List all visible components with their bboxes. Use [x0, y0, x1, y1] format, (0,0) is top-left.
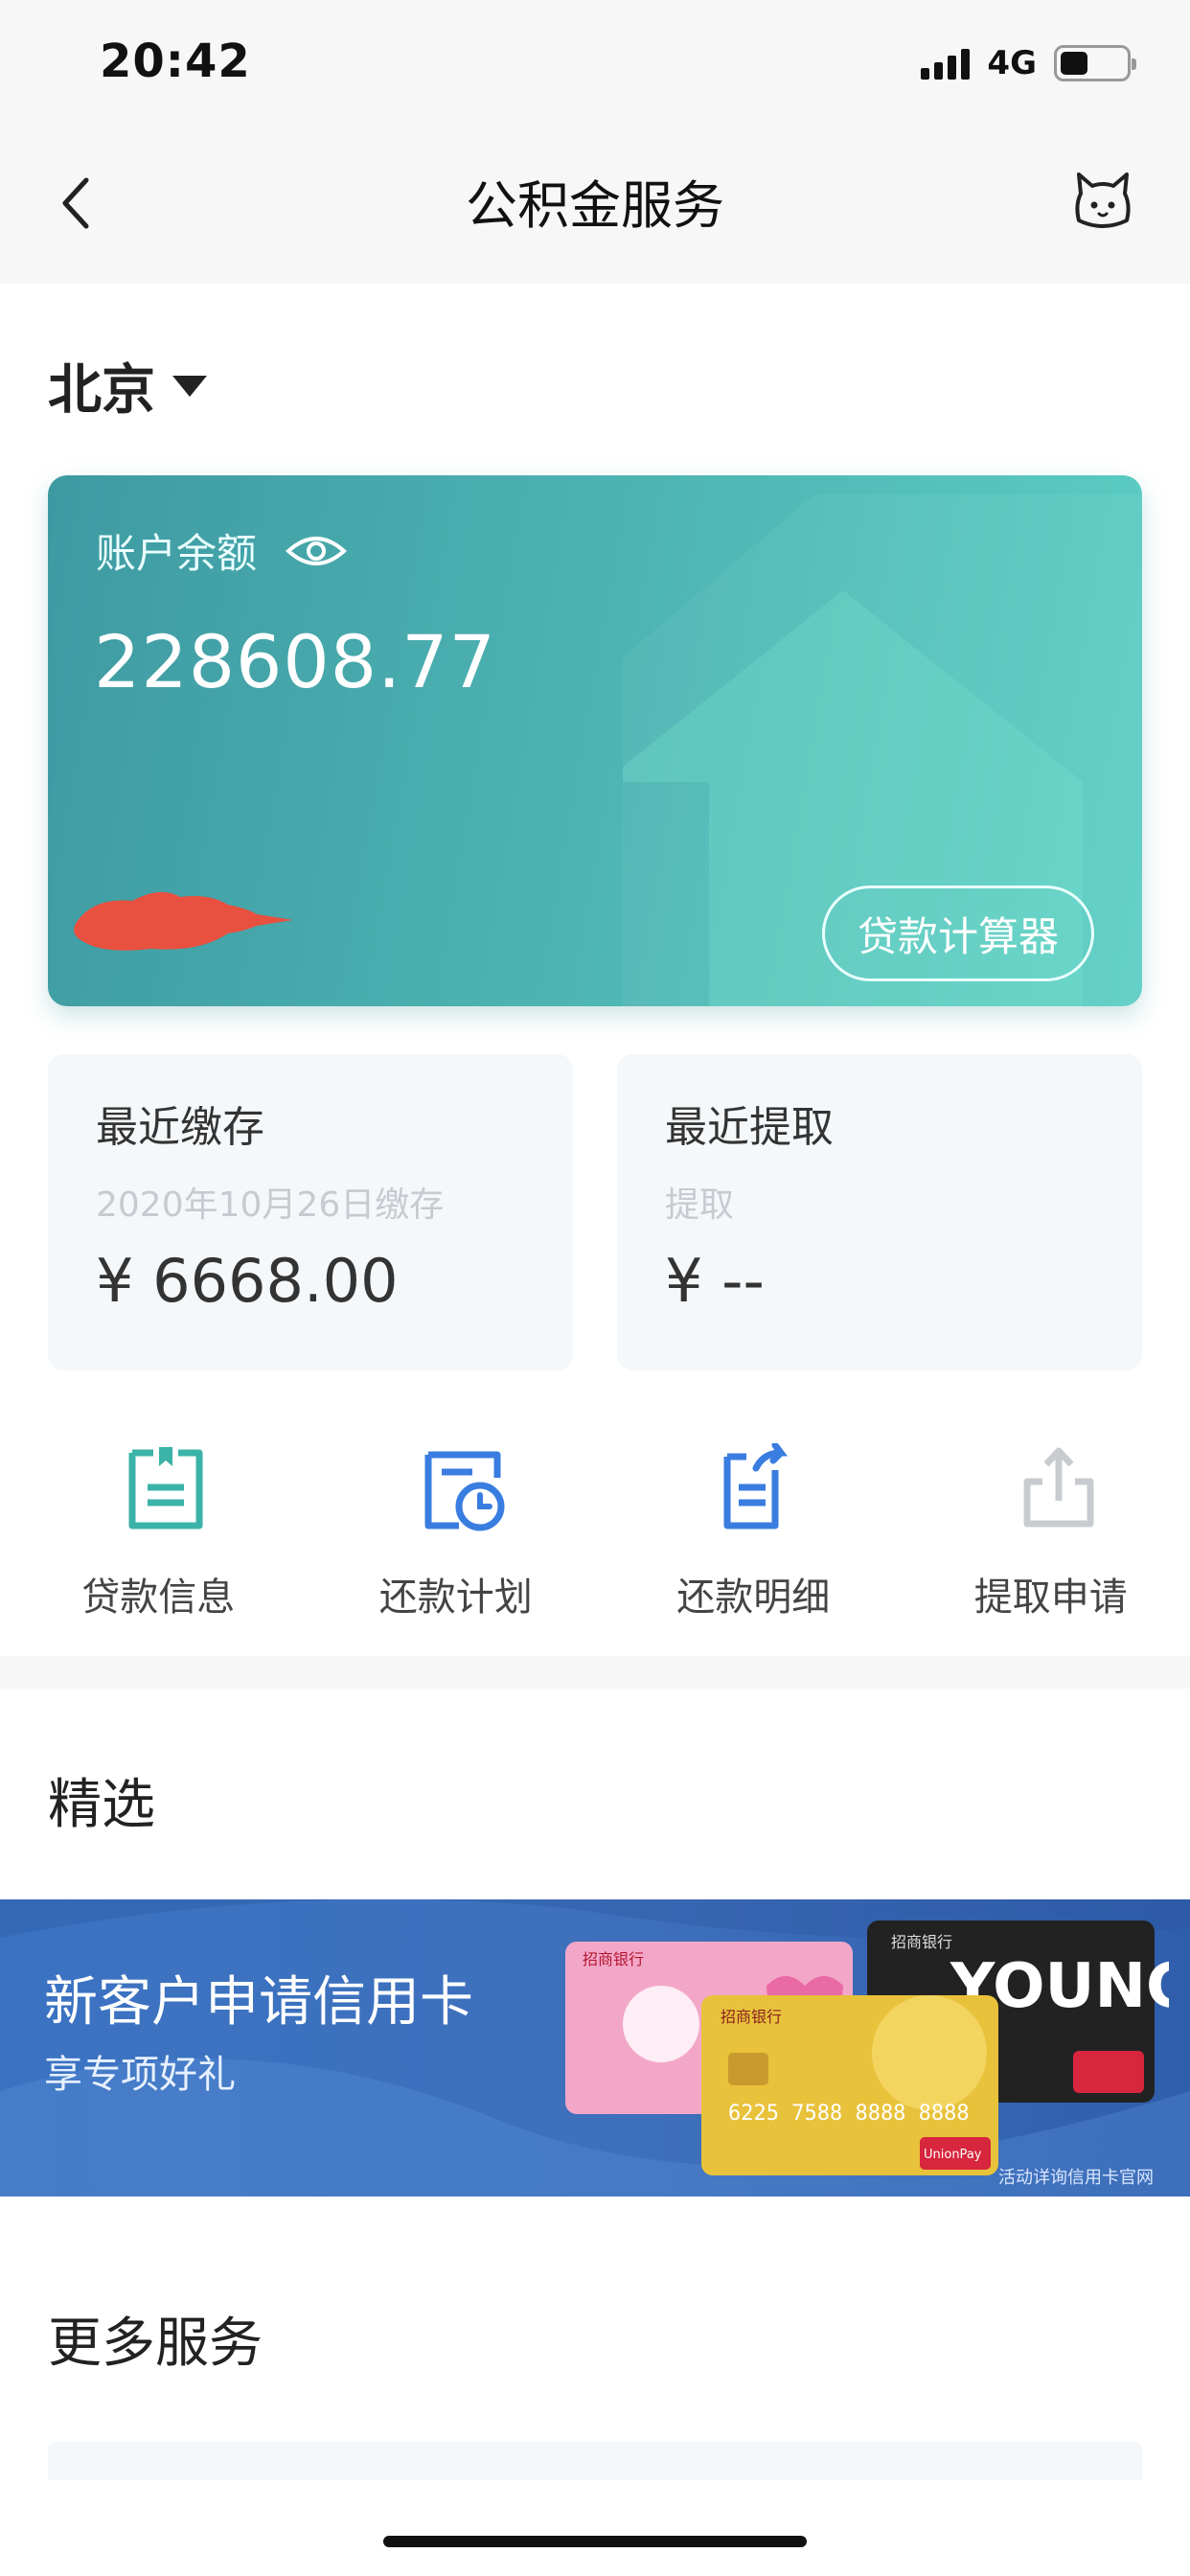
recent-deposit-amount: ¥ 6668.00	[96, 1246, 399, 1316]
gold-card-bank-text: 招商银行	[721, 2008, 782, 2026]
action-repayment-details[interactable]: 还款明细	[595, 1434, 893, 1654]
recent-withdrawal-subtitle: 提取	[665, 1185, 735, 1225]
repayment-details-icon	[723, 1443, 789, 1530]
action-loan-info-label: 贷款信息	[81, 1576, 236, 1620]
withdraw-apply-icon	[1023, 1447, 1094, 1528]
cellular-signal-icon	[921, 47, 971, 80]
loan-info-icon	[128, 1447, 203, 1530]
recent-withdrawal-card[interactable]: 最近提取 提取 ¥ --	[617, 1054, 1142, 1370]
action-repayment-details-label: 还款明细	[676, 1576, 831, 1620]
banner-note: 活动详询信用卡官网	[998, 2168, 1154, 2188]
repayment-plan-icon	[424, 1451, 505, 1531]
action-repayment-plan-label: 还款计划	[378, 1576, 533, 1620]
battery-icon	[1054, 45, 1136, 81]
caret-down-icon	[172, 375, 207, 397]
status-time: 20:42	[100, 34, 251, 88]
featured-section: 精选 新客户申请信用卡 享专项好礼 招商银行 YOUNG 招商银行 招商银行 6…	[0, 1689, 1190, 2227]
recent-deposit-date: 2020年10月26日缴存	[96, 1185, 445, 1225]
unionpay-text: UnionPay	[924, 2148, 982, 2162]
credit-cards-image: 招商银行 YOUNG 招商银行 招商银行 6225 7588 8888 8888…	[565, 1920, 1169, 2175]
status-indicators: 4G	[921, 44, 1136, 82]
assistant-mascot-icon[interactable]	[1069, 161, 1136, 238]
black-card-bank-text: 招商银行	[891, 1933, 952, 1951]
balance-label: 账户余额	[96, 530, 258, 577]
network-type: 4G	[987, 44, 1037, 82]
city-name: 北京	[48, 359, 155, 422]
navigation-bar: 公积金服务	[0, 126, 1190, 284]
more-services-section: 更多服务	[0, 2227, 1190, 2576]
credit-card-banner[interactable]: 新客户申请信用卡 享专项好礼 招商银行 YOUNG 招商银行 招商银行 6225…	[0, 1899, 1190, 2196]
recent-deposit-card[interactable]: 最近缴存 2020年10月26日缴存 ¥ 6668.00	[48, 1054, 573, 1370]
pink-card-bank-text: 招商银行	[583, 1950, 644, 1968]
recent-deposit-title: 最近缴存	[96, 1103, 264, 1152]
page-title: 公积金服务	[466, 175, 724, 236]
eye-icon[interactable]	[286, 532, 348, 570]
recent-withdrawal-title: 最近提取	[665, 1103, 834, 1152]
status-bar: 20:42 4G	[0, 0, 1190, 126]
balance-card: 账户余额 228608.77 贷款计算器	[48, 475, 1142, 1006]
home-indicator[interactable]	[383, 2536, 807, 2547]
recent-withdrawal-amount: ¥ --	[665, 1246, 765, 1316]
more-services-title: 更多服务	[48, 2312, 263, 2375]
action-repayment-plan[interactable]: 还款计划	[298, 1434, 596, 1654]
quick-actions: 贷款信息 还款计划 还款明细 提取申请	[0, 1434, 1190, 1654]
action-withdraw-apply[interactable]: 提取申请	[893, 1434, 1190, 1654]
redaction-scribble	[74, 891, 293, 951]
banner-title: 新客户申请信用卡	[44, 1971, 473, 2034]
main-section: 北京 账户余额 228608.77 贷款计算器 最近缴存 2020年10月26日…	[0, 284, 1190, 1656]
gold-card-number-text: 6225 7588 8888 8888	[728, 2102, 970, 2126]
city-selector[interactable]: 北京	[48, 347, 207, 425]
action-withdraw-apply-label: 提取申请	[973, 1576, 1128, 1620]
loan-calculator-button[interactable]: 贷款计算器	[821, 886, 1094, 981]
action-loan-info[interactable]: 贷款信息	[0, 1434, 298, 1654]
banner-subtitle: 享专项好礼	[44, 2053, 236, 2097]
balance-value: 228608.77	[94, 619, 496, 704]
more-services-list	[48, 2442, 1142, 2480]
balance-label-row: 账户余额	[96, 521, 348, 580]
featured-title: 精选	[48, 1774, 155, 1836]
